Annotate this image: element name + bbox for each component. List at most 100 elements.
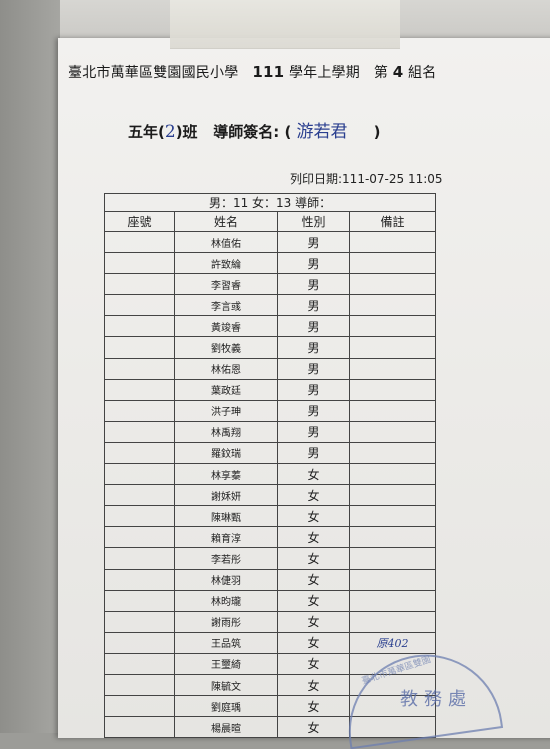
seat-cell [104,336,175,359]
note-cell [348,505,437,528]
name-cell: 李言彧 [174,294,278,317]
seat-cell [104,652,175,675]
gender-cell: 女 [277,505,350,528]
gender-cell: 女 [277,695,350,718]
table-row: 洪子珅男 [104,399,437,422]
name-cell: 李若彤 [174,547,278,570]
note-cell [348,547,437,570]
gender-cell: 女 [277,673,350,697]
table-row: 葉政廷男 [104,378,437,401]
gender-cell: 男 [277,420,350,443]
roster-summary-row: 男：11 女：13 導師： [103,193,437,212]
table-row: 羅鈫瑞男 [104,441,437,465]
grade-prefix: 五年( [128,123,165,141]
grade-suffix: )班 [175,123,198,141]
name-cell: 洪子珅 [174,399,278,422]
name-cell: 楊晨暄 [174,716,278,739]
table-row: 李習睿男 [104,273,437,296]
gender-cell: 女 [277,631,350,654]
name-cell: 王品筑 [174,631,278,654]
name-cell: 謝姀妍 [174,484,278,507]
class-line: 五年(2)班 導師簽名: ( 游若君 ) [128,117,381,142]
gender-cell: 男 [277,357,350,380]
note-cell [348,378,437,401]
school-year: 111 [252,63,285,81]
class-number-handwritten: 2 [164,122,176,142]
name-cell: 林佑恩 [174,357,278,380]
seat-cell [104,673,175,697]
note-cell [348,399,437,422]
seat-cell [104,294,175,317]
seat-cell [104,441,175,465]
name-cell: 劉庭瑀 [174,695,278,718]
seat-cell [104,378,175,401]
group-prefix: 第 [373,65,389,81]
gender-cell: 男 [277,441,350,465]
name-cell: 賴育淳 [174,526,278,549]
name-cell: 陳毓文 [174,673,278,697]
school-name: 臺北市萬華區雙園國民小學 [68,65,239,81]
seat-cell [104,315,175,338]
print-date: 列印日期:111-07-25 11:05 [290,172,443,186]
note-cell [348,357,437,380]
name-cell: 林值佑 [174,230,278,254]
name-cell: 林享蓁 [174,463,278,486]
note-cell [348,589,437,612]
gender-cell: 男 [277,315,350,338]
seat-cell [104,631,175,654]
document-title: 臺北市萬華區雙園國民小學 111 學年上學期 第 4 組名 [68,62,436,82]
note-cell: 原402 [348,631,437,654]
gender-cell: 女 [277,589,350,612]
seat-cell [104,610,175,633]
column-header-gender: 性別 [277,211,350,232]
gender-cell: 女 [277,463,350,486]
note-cell [348,484,437,507]
gender-cell: 女 [277,484,350,507]
table-row: 謝雨彤女 [104,610,437,633]
seat-cell [104,526,175,549]
table-row: 賴育淳女 [104,526,437,549]
note-cell [348,230,437,254]
gender-cell: 男 [277,399,350,422]
gender-cell: 男 [277,273,350,296]
note-cell [348,294,437,317]
note-cell [348,420,437,443]
name-cell: 林禹翔 [174,420,278,443]
name-cell: 許致綸 [174,252,278,275]
gender-cell: 男 [277,230,350,254]
note-cell [348,336,437,359]
column-header-name: 姓名 [174,211,278,232]
table-row: 林倢羽女 [104,568,437,591]
seat-cell [104,568,175,591]
name-cell: 林昀瓏 [174,589,278,612]
note-cell [348,526,437,549]
name-cell: 李習睿 [174,273,278,296]
name-cell: 劉牧義 [174,336,278,359]
gender-cell: 女 [277,652,350,675]
table-row: 謝姀妍女 [104,484,437,507]
name-cell: 王璽綺 [174,652,278,675]
roster-header-row: 座號 姓名 性別 備註 [104,211,437,232]
gender-cell: 女 [277,716,350,739]
gender-cell: 男 [277,378,350,401]
close-paren: ) [373,123,381,141]
seat-cell [104,505,175,528]
seat-cell [104,399,175,422]
seat-cell [104,695,175,718]
seat-cell [104,230,175,254]
tape-strip [170,0,400,49]
gender-cell: 男 [277,252,350,275]
roster-summary: 男：11 女：13 導師： [103,193,437,212]
open-paren: ( [284,123,292,141]
seat-cell [104,589,175,612]
gender-cell: 女 [277,526,350,549]
note-cell [348,252,437,275]
group-number: 4 [392,63,404,81]
group-suffix: 組名 [408,65,437,81]
table-row: 黃竣睿男 [104,315,437,338]
seat-cell [104,484,175,507]
name-cell: 黃竣睿 [174,315,278,338]
gender-cell: 男 [277,294,350,317]
table-row: 林享蓁女 [104,463,437,486]
table-row: 陳琳甄女 [104,505,437,528]
